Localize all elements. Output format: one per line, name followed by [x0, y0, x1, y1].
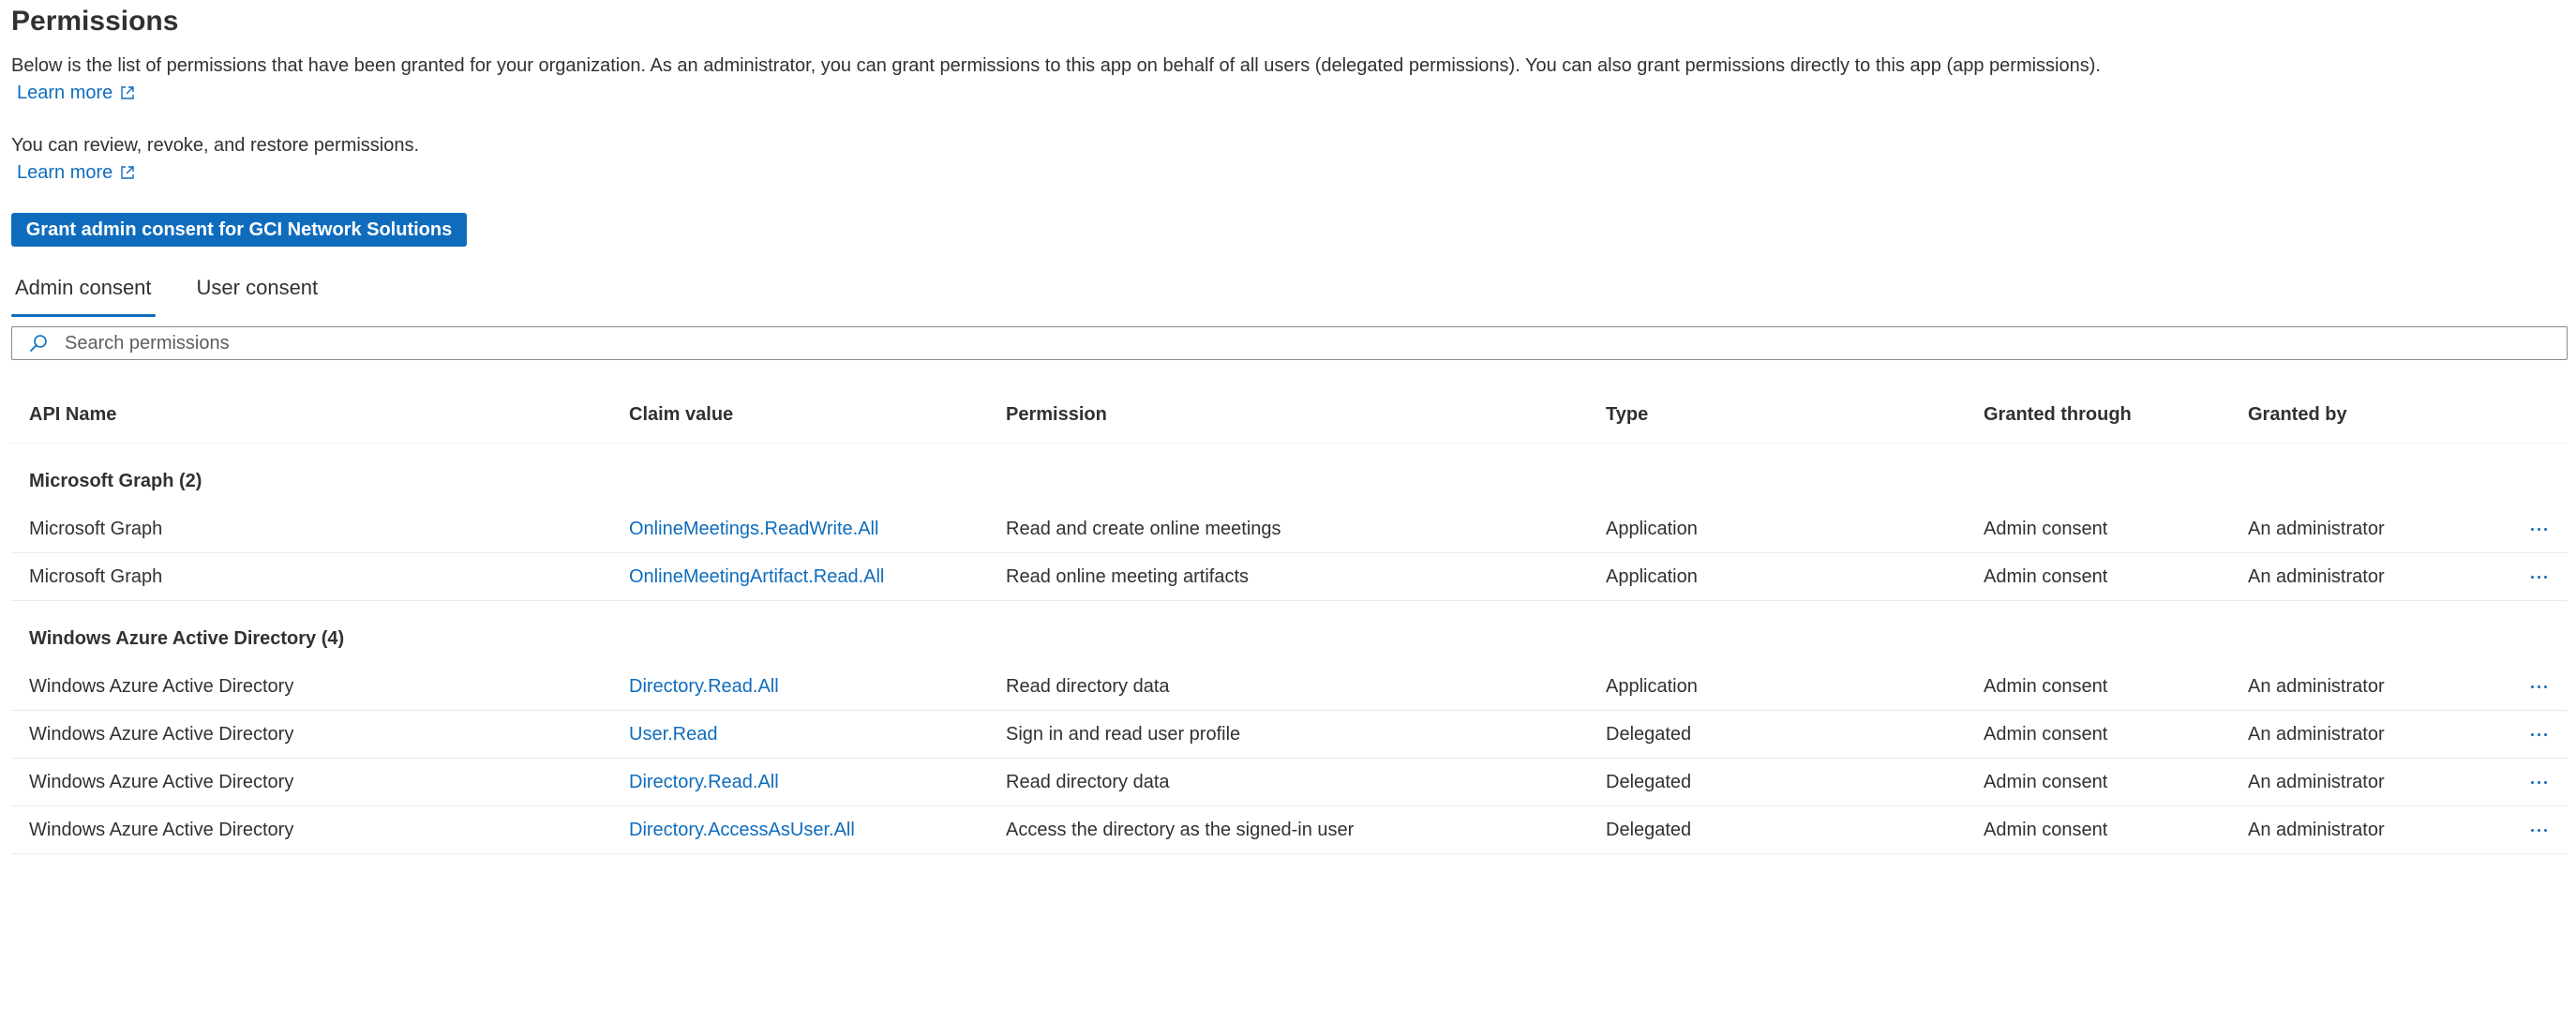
granted-by-cell: An administrator — [2248, 565, 2385, 587]
tab-admin-consent[interactable]: Admin consent — [11, 272, 156, 317]
group-label: Microsoft Graph (2) — [29, 471, 202, 491]
granted-by-cell: An administrator — [2248, 771, 2385, 792]
column-header-claim-value[interactable]: Claim value — [629, 386, 733, 443]
granted-by-cell: An administrator — [2248, 518, 2385, 539]
type-cell: Delegated — [1606, 819, 1692, 840]
permission-cell: Sign in and read user profile — [1006, 723, 1241, 745]
type-cell: Delegated — [1606, 771, 1692, 792]
column-header-type[interactable]: Type — [1606, 386, 1648, 443]
more-icon — [2530, 732, 2547, 736]
learn-more-label-2: Learn more — [17, 162, 113, 183]
claim-value-link[interactable]: User.Read — [629, 711, 718, 758]
claim-value-link[interactable]: OnlineMeetings.ReadWrite.All — [629, 505, 878, 552]
more-options-button[interactable] — [2520, 711, 2557, 758]
claim-value-link[interactable]: OnlineMeetingArtifact.Read.All — [629, 553, 884, 600]
permissions-page: Permissions Below is the list of permiss… — [0, 0, 2576, 1024]
permission-cell: Read directory data — [1006, 675, 1170, 697]
grant-admin-consent-button[interactable]: Grant admin consent for GCI Network Solu… — [11, 213, 467, 247]
api-name-cell: Windows Azure Active Directory — [29, 771, 294, 792]
column-header-granted-through[interactable]: Granted through — [1984, 386, 2132, 443]
consent-tabs: Admin consent User consent — [11, 272, 322, 317]
granted-through-cell: Admin consent — [1984, 771, 2108, 792]
learn-more-link[interactable]: Learn more — [17, 80, 135, 106]
more-icon — [2530, 527, 2547, 531]
table-row: Windows Azure Active Directory User.Read… — [11, 711, 2568, 759]
permission-cell: Read and create online meetings — [1006, 518, 1281, 539]
learn-more-label: Learn more — [17, 83, 113, 103]
granted-through-cell: Admin consent — [1984, 819, 2108, 840]
permission-cell: Read online meeting artifacts — [1006, 565, 1250, 587]
type-cell: Application — [1606, 565, 1698, 587]
review-text: You can review, revoke, and restore perm… — [11, 135, 420, 156]
claim-value-link[interactable]: Directory.AccessAsUser.All — [629, 806, 855, 853]
more-options-button[interactable] — [2520, 759, 2557, 806]
api-name-cell: Microsoft Graph — [29, 565, 163, 587]
page-description: Below is the list of permissions that ha… — [11, 55, 2101, 76]
column-header-api-name[interactable]: API Name — [29, 386, 116, 443]
group-label: Windows Azure Active Directory (4) — [29, 628, 345, 649]
permissions-table: API Name Claim value Permission Type Gra… — [11, 386, 2568, 854]
claim-value-link[interactable]: Directory.Read.All — [629, 663, 779, 710]
permission-cell: Read directory data — [1006, 771, 1170, 792]
more-icon — [2530, 780, 2547, 784]
type-cell: Application — [1606, 518, 1698, 539]
column-header-permission[interactable]: Permission — [1006, 386, 1107, 443]
external-link-icon — [121, 166, 134, 179]
column-header-granted-by[interactable]: Granted by — [2248, 386, 2347, 443]
type-cell: Delegated — [1606, 723, 1692, 745]
granted-through-cell: Admin consent — [1984, 723, 2108, 745]
api-name-cell: Microsoft Graph — [29, 518, 163, 539]
type-cell: Application — [1606, 675, 1698, 697]
api-name-cell: Windows Azure Active Directory — [29, 819, 294, 840]
claim-value-link[interactable]: Directory.Read.All — [629, 759, 779, 806]
granted-through-cell: Admin consent — [1984, 518, 2108, 539]
search-input[interactable] — [65, 329, 2502, 357]
api-name-cell: Windows Azure Active Directory — [29, 675, 294, 697]
tab-user-consent[interactable]: User consent — [193, 272, 322, 311]
group-header-windows-azure-ad[interactable]: Windows Azure Active Directory (4) — [11, 601, 2568, 663]
table-row: Windows Azure Active Directory Directory… — [11, 806, 2568, 854]
granted-through-cell: Admin consent — [1984, 565, 2108, 587]
table-header: API Name Claim value Permission Type Gra… — [11, 386, 2568, 444]
api-name-cell: Windows Azure Active Directory — [29, 723, 294, 745]
more-options-button[interactable] — [2520, 663, 2557, 710]
more-icon — [2530, 575, 2547, 579]
more-icon — [2530, 685, 2547, 688]
table-row: Windows Azure Active Directory Directory… — [11, 759, 2568, 806]
table-row: Windows Azure Active Directory Directory… — [11, 663, 2568, 711]
more-options-button[interactable] — [2520, 806, 2557, 853]
permission-cell: Access the directory as the signed-in us… — [1006, 819, 1355, 840]
search-box — [11, 326, 2568, 360]
more-options-button[interactable] — [2520, 505, 2557, 552]
granted-by-cell: An administrator — [2248, 723, 2385, 745]
table-row: Microsoft Graph OnlineMeetings.ReadWrite… — [11, 505, 2568, 553]
search-icon — [12, 333, 65, 354]
table-row: Microsoft Graph OnlineMeetingArtifact.Re… — [11, 553, 2568, 601]
granted-through-cell: Admin consent — [1984, 675, 2108, 697]
granted-by-cell: An administrator — [2248, 819, 2385, 840]
learn-more-link-2[interactable]: Learn more — [17, 159, 135, 186]
more-options-button[interactable] — [2520, 553, 2557, 600]
page-title: Permissions — [11, 6, 179, 37]
group-header-microsoft-graph[interactable]: Microsoft Graph (2) — [11, 444, 2568, 505]
more-icon — [2530, 828, 2547, 832]
granted-by-cell: An administrator — [2248, 675, 2385, 697]
external-link-icon — [121, 86, 134, 99]
